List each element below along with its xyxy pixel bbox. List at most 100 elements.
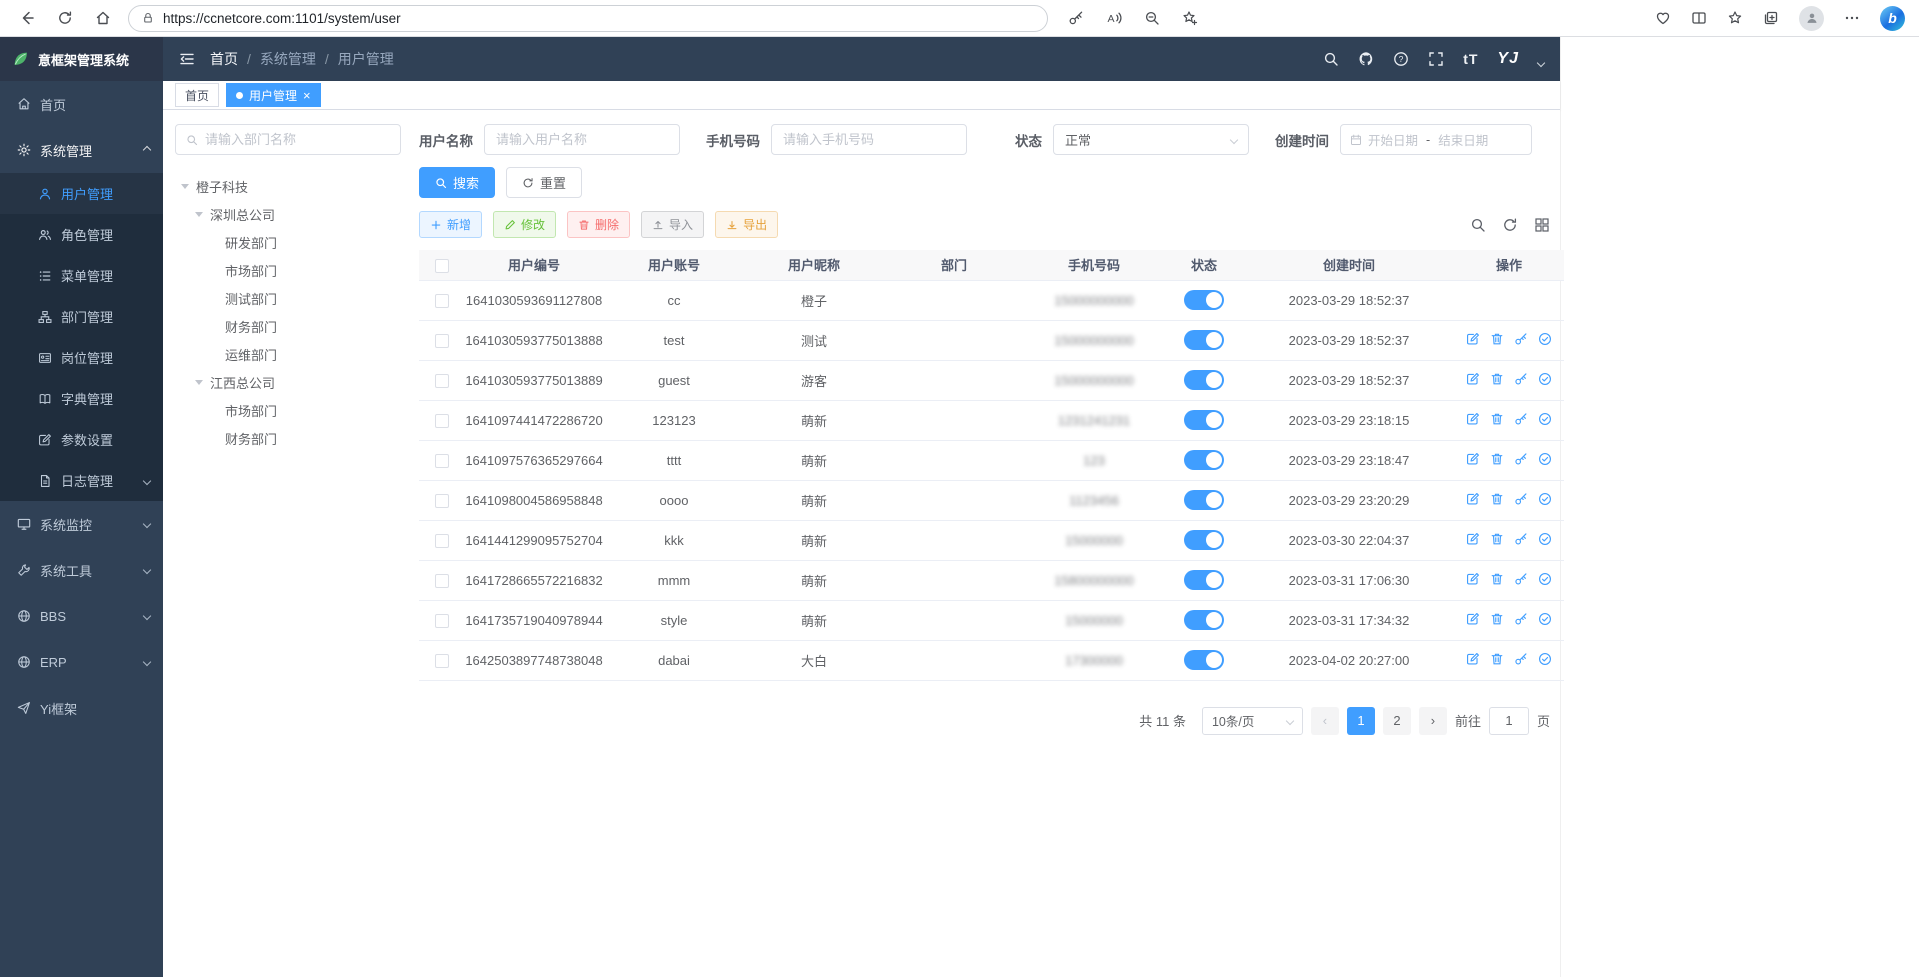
reset-password-icon[interactable] <box>1514 572 1528 586</box>
column-settings-grid-icon[interactable] <box>1534 217 1550 233</box>
sidebar-item-system-management[interactable]: 系统管理 <box>0 127 163 173</box>
home-button[interactable] <box>90 5 116 31</box>
status-toggle[interactable] <box>1184 410 1224 430</box>
edit-icon[interactable] <box>1466 532 1480 546</box>
edit-icon[interactable] <box>1466 372 1480 386</box>
sidebar-item-dept-management[interactable]: 部门管理 <box>0 296 163 337</box>
prev-page-button[interactable]: ‹ <box>1311 707 1339 735</box>
reset-password-icon[interactable] <box>1514 492 1528 506</box>
toggle-search-icon[interactable] <box>1470 217 1486 233</box>
edit-icon[interactable] <box>1466 652 1480 666</box>
search-button[interactable]: 搜索 <box>419 167 495 198</box>
zoom-icon[interactable] <box>1144 10 1160 26</box>
status-toggle[interactable] <box>1184 650 1224 670</box>
refresh-table-icon[interactable] <box>1502 217 1518 233</box>
sidebar-item-user-management[interactable]: 用户管理 <box>0 173 163 214</box>
reset-password-icon[interactable] <box>1514 412 1528 426</box>
fullscreen-icon[interactable] <box>1428 51 1444 67</box>
row-checkbox[interactable] <box>435 654 449 668</box>
tab-user-management[interactable]: 用户管理 × <box>226 83 321 107</box>
back-button[interactable] <box>14 5 40 31</box>
assign-role-icon[interactable] <box>1538 572 1552 586</box>
phone-input[interactable] <box>783 132 955 147</box>
sidebar-item-menu-management[interactable]: 菜单管理 <box>0 255 163 296</box>
reset-password-icon[interactable] <box>1514 612 1528 626</box>
tree-node-leaf[interactable]: 研发部门 <box>175 228 401 256</box>
export-button[interactable]: 导出 <box>715 211 778 238</box>
assign-role-icon[interactable] <box>1538 452 1552 466</box>
edit-icon[interactable] <box>1466 612 1480 626</box>
sidebar-item-erp[interactable]: ERP <box>0 639 163 685</box>
delete-icon[interactable] <box>1490 532 1504 546</box>
status-toggle[interactable] <box>1184 370 1224 390</box>
favorite-add-icon[interactable] <box>1182 10 1198 26</box>
tree-node-leaf[interactable]: 财务部门 <box>175 312 401 340</box>
tree-node-branch[interactable]: 深圳总公司 <box>175 200 401 228</box>
chevron-down-icon[interactable] <box>1537 59 1545 67</box>
delete-icon[interactable] <box>1490 332 1504 346</box>
reset-password-icon[interactable] <box>1514 452 1528 466</box>
sidebar-item-home[interactable]: 首页 <box>0 81 163 127</box>
delete-icon[interactable] <box>1490 372 1504 386</box>
row-checkbox[interactable] <box>435 574 449 588</box>
collections-icon[interactable] <box>1763 10 1779 26</box>
status-select[interactable]: 正常 <box>1053 124 1249 155</box>
date-range-picker[interactable]: 开始日期 - 结束日期 <box>1340 124 1532 155</box>
breadcrumb-system[interactable]: 系统管理 <box>260 49 316 69</box>
reset-password-icon[interactable] <box>1514 332 1528 346</box>
goto-page-input[interactable] <box>1489 707 1529 735</box>
assign-role-icon[interactable] <box>1538 412 1552 426</box>
search-icon[interactable] <box>1323 51 1339 67</box>
delete-icon[interactable] <box>1490 612 1504 626</box>
browser-essentials-icon[interactable] <box>1655 10 1671 26</box>
tree-node-leaf[interactable]: 测试部门 <box>175 284 401 312</box>
assign-role-icon[interactable] <box>1538 492 1552 506</box>
delete-icon[interactable] <box>1490 492 1504 506</box>
sidebar-item-system-monitor[interactable]: 系统监控 <box>0 501 163 547</box>
tree-caret-icon[interactable] <box>195 380 203 385</box>
split-screen-icon[interactable] <box>1691 10 1707 26</box>
reset-button[interactable]: 重置 <box>506 167 582 198</box>
tree-caret-icon[interactable] <box>195 212 203 217</box>
tab-home[interactable]: 首页 <box>175 83 219 107</box>
edit-button[interactable]: 修改 <box>493 211 556 238</box>
reset-password-icon[interactable] <box>1514 652 1528 666</box>
more-icon[interactable] <box>1844 10 1860 26</box>
row-checkbox[interactable] <box>435 614 449 628</box>
close-icon[interactable]: × <box>303 89 311 102</box>
row-checkbox[interactable] <box>435 294 449 308</box>
delete-icon[interactable] <box>1490 652 1504 666</box>
sidebar-item-role-management[interactable]: 角色管理 <box>0 214 163 255</box>
github-icon[interactable] <box>1358 51 1374 67</box>
status-toggle[interactable] <box>1184 610 1224 630</box>
sidebar-item-system-tools[interactable]: 系统工具 <box>0 547 163 593</box>
assign-role-icon[interactable] <box>1538 332 1552 346</box>
assign-role-icon[interactable] <box>1538 532 1552 546</box>
tree-node-branch[interactable]: 江西总公司 <box>175 368 401 396</box>
assign-role-icon[interactable] <box>1538 372 1552 386</box>
status-toggle[interactable] <box>1184 530 1224 550</box>
edit-icon[interactable] <box>1466 412 1480 426</box>
status-toggle[interactable] <box>1184 570 1224 590</box>
edit-icon[interactable] <box>1466 332 1480 346</box>
sidebar-item-bbs[interactable]: BBS <box>0 593 163 639</box>
status-toggle[interactable] <box>1184 450 1224 470</box>
delete-icon[interactable] <box>1490 572 1504 586</box>
breadcrumb-home[interactable]: 首页 <box>210 49 238 69</box>
sidebar-item-yi-framework[interactable]: Yi框架 <box>0 685 163 731</box>
tree-node-root[interactable]: 橙子科技 <box>175 172 401 200</box>
bing-copilot-icon[interactable]: b <box>1880 6 1905 31</box>
row-checkbox[interactable] <box>435 374 449 388</box>
browser-profile-avatar[interactable] <box>1799 6 1824 31</box>
import-button[interactable]: 导入 <box>641 211 704 238</box>
reset-password-icon[interactable] <box>1514 532 1528 546</box>
row-checkbox[interactable] <box>435 534 449 548</box>
delete-icon[interactable] <box>1490 412 1504 426</box>
delete-button[interactable]: 删除 <box>567 211 630 238</box>
status-toggle[interactable] <box>1184 490 1224 510</box>
favorites-bar-icon[interactable] <box>1727 10 1743 26</box>
assign-role-icon[interactable] <box>1538 612 1552 626</box>
add-button[interactable]: 新增 <box>419 211 482 238</box>
tree-caret-icon[interactable] <box>181 184 189 189</box>
next-page-button[interactable]: › <box>1419 707 1447 735</box>
